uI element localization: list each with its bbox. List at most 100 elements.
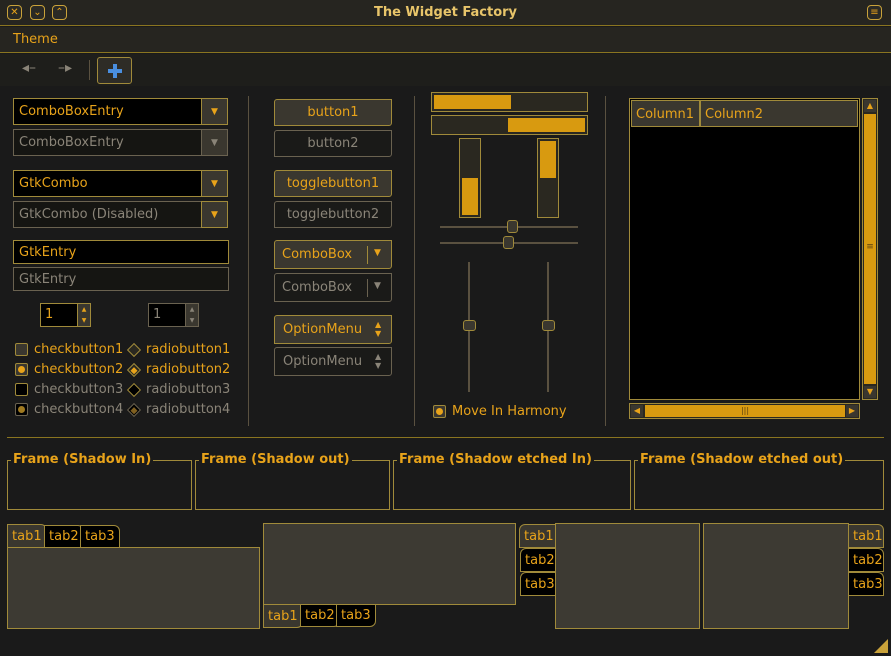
radio-selected-icon[interactable]: [126, 402, 142, 418]
column-header-1[interactable]: Column1: [631, 100, 700, 127]
checkbox-checked-icon[interactable]: [433, 405, 446, 418]
menu-theme[interactable]: Theme: [13, 32, 58, 47]
button2[interactable]: button2: [274, 130, 392, 157]
checkbox-checked-icon[interactable]: [15, 403, 28, 416]
column-header-2[interactable]: Column2: [700, 100, 858, 127]
tab2[interactable]: tab2: [44, 525, 84, 548]
checkbox-icon[interactable]: [15, 343, 28, 356]
gtk-entry-2[interactable]: GtkEntry: [13, 267, 229, 291]
tab2[interactable]: tab2: [520, 548, 556, 572]
menu-bar: Theme: [0, 27, 891, 53]
option-menu-2[interactable]: OptionMenu ▲ ▼: [274, 347, 392, 376]
radiobutton-label: radiobutton2: [146, 362, 231, 377]
combobox-label: ComboBox: [282, 247, 353, 262]
radiobutton-label: radiobutton4: [146, 402, 231, 417]
tab1[interactable]: tab1: [848, 524, 884, 548]
gtk-combo-2[interactable]: GtkCombo (Disabled): [13, 201, 202, 228]
toolbar: ◂– –▸: [0, 54, 891, 86]
button1[interactable]: button1: [274, 99, 392, 126]
option-menu-1[interactable]: OptionMenu ▲ ▼: [274, 315, 392, 344]
tree-view[interactable]: Column1 Column2: [629, 98, 860, 400]
chevron-down-icon: ▼: [374, 248, 381, 258]
optionmenu-label: OptionMenu: [283, 354, 363, 369]
separator: [367, 246, 368, 264]
notebook-page: [263, 523, 516, 605]
checkbutton-label: checkbutton3: [34, 382, 124, 397]
tab3[interactable]: tab3: [336, 604, 376, 627]
up-down-icon: ▲ ▼: [375, 320, 382, 338]
gtk-entry-1[interactable]: GtkEntry: [13, 240, 229, 264]
chevron-down-icon[interactable]: ▼: [201, 201, 228, 228]
combo-box-entry-2[interactable]: ComboBoxEntry: [13, 129, 202, 156]
radio-icon[interactable]: [126, 342, 142, 358]
add-button[interactable]: [97, 57, 132, 84]
tab3[interactable]: tab3: [848, 572, 884, 596]
spin-arrows-icon[interactable]: ▲ ▼: [185, 303, 199, 327]
horizontal-scrollbar[interactable]: ◀ ||| ▶: [629, 403, 860, 419]
separator: [248, 96, 249, 426]
hscale-slider-2[interactable]: [503, 236, 514, 249]
scrollbar-thumb[interactable]: |||: [645, 405, 845, 417]
frame-label: Frame (Shadow In): [11, 452, 154, 467]
resize-grip-icon[interactable]: [874, 639, 888, 653]
gtk-combo-1[interactable]: GtkCombo: [13, 170, 202, 197]
combo-box-entry-1[interactable]: ComboBoxEntry: [13, 98, 202, 125]
checkbutton-label: checkbutton1: [34, 342, 124, 357]
frame-shadow-in: Frame (Shadow In): [7, 452, 192, 510]
separator: [414, 96, 415, 426]
scrollbar-thumb[interactable]: ≡: [864, 114, 876, 384]
window-menu-icon[interactable]: ≡: [867, 5, 882, 20]
tab2[interactable]: tab2: [848, 548, 884, 572]
checkbox-checked-icon[interactable]: [15, 363, 28, 376]
progress-bar-horizontal-2: [431, 115, 588, 135]
combobox-1[interactable]: ComboBox ▼: [274, 240, 392, 269]
tab2[interactable]: tab2: [300, 604, 340, 627]
combobox-2[interactable]: ComboBox ▼: [274, 273, 392, 302]
frame-label: Frame (Shadow etched In): [397, 452, 594, 467]
checkbox-icon[interactable]: [15, 383, 28, 396]
plus-icon: [107, 63, 122, 78]
forward-arrow-icon[interactable]: –▸: [58, 60, 72, 76]
title-bar: ✕ ⌄ ⌃ The Widget Factory ≡: [0, 0, 891, 26]
vscale-slider-2[interactable]: [542, 320, 555, 331]
checkbutton-label: checkbutton2: [34, 362, 124, 377]
tab1[interactable]: tab1: [519, 524, 556, 548]
toggle-button-2[interactable]: togglebutton2: [274, 201, 392, 228]
progress-fill: [508, 118, 585, 132]
move-in-harmony-label: Move In Harmony: [452, 404, 567, 419]
radiobutton-label: radiobutton3: [146, 382, 231, 397]
tab3[interactable]: tab3: [520, 572, 556, 596]
notebook-page: [703, 523, 849, 629]
chevron-down-icon: ▼: [374, 281, 381, 291]
tab1[interactable]: tab1: [7, 524, 47, 548]
spin-button-2[interactable]: 1: [148, 303, 186, 327]
checkbutton-label: checkbutton4: [34, 402, 124, 417]
optionmenu-label: OptionMenu: [283, 322, 363, 337]
combobox-label: ComboBox: [282, 280, 353, 295]
chevron-down-icon[interactable]: ▼: [201, 129, 228, 156]
chevron-down-icon[interactable]: ▼: [201, 170, 228, 197]
spin-arrows-icon[interactable]: ▲ ▼: [77, 303, 91, 327]
back-arrow-icon[interactable]: ◂–: [22, 60, 36, 76]
separator: [7, 437, 884, 438]
toolbar-separator: [89, 60, 90, 80]
chevron-down-icon[interactable]: ▼: [201, 98, 228, 125]
progress-fill: [434, 95, 511, 109]
vertical-scrollbar[interactable]: ▲ ≡ ▼: [862, 98, 878, 400]
scroll-left-icon[interactable]: ◀: [631, 405, 643, 417]
vscale-slider-1[interactable]: [463, 320, 476, 331]
radio-selected-icon[interactable]: [126, 362, 142, 378]
scroll-down-icon[interactable]: ▼: [864, 386, 876, 398]
progress-bar-horizontal-1: [431, 92, 588, 112]
spin-button-1[interactable]: 1: [40, 303, 78, 327]
frame-label: Frame (Shadow etched out): [638, 452, 846, 467]
notebook-page: [7, 547, 260, 629]
tab3[interactable]: tab3: [80, 525, 120, 548]
radio-icon[interactable]: [126, 382, 142, 398]
toggle-button-1[interactable]: togglebutton1: [274, 170, 392, 197]
progress-fill: [540, 141, 556, 178]
scroll-right-icon[interactable]: ▶: [846, 405, 858, 417]
hscale-slider-1[interactable]: [507, 220, 518, 233]
scroll-up-icon[interactable]: ▲: [864, 100, 876, 112]
tab1[interactable]: tab1: [263, 604, 303, 628]
